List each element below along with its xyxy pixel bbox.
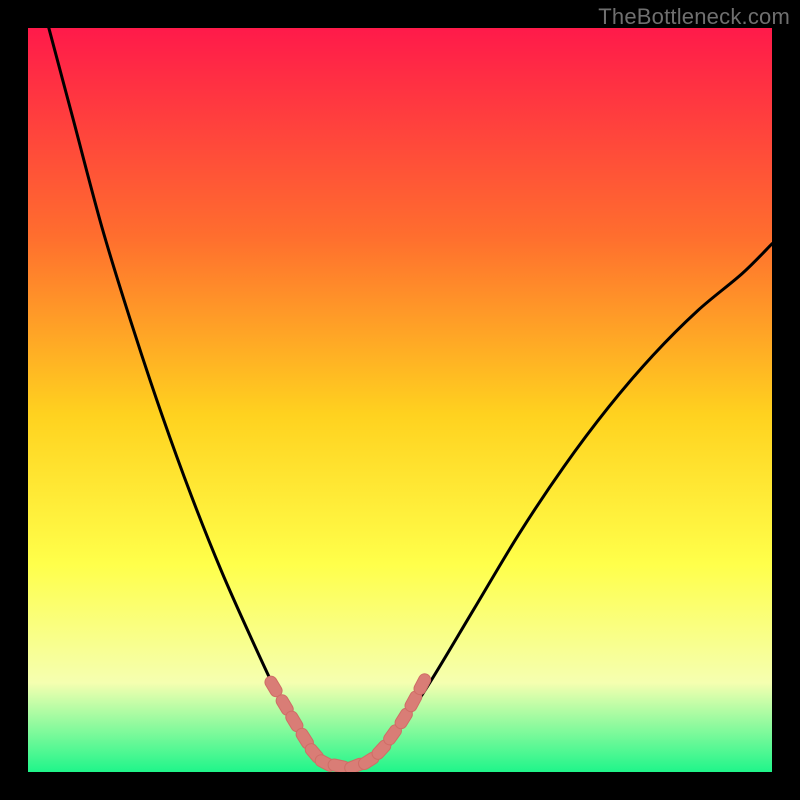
watermark-text: TheBottleneck.com bbox=[598, 4, 790, 30]
gradient-background bbox=[28, 28, 772, 772]
plot-svg bbox=[28, 28, 772, 772]
plot-area bbox=[28, 28, 772, 772]
chart-frame: TheBottleneck.com bbox=[0, 0, 800, 800]
